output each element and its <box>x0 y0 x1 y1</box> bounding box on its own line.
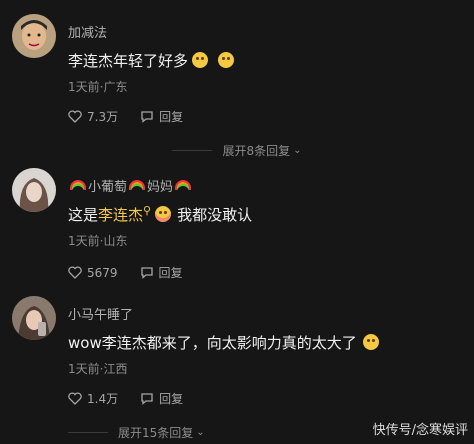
chevron-down-icon: ⌄ <box>293 145 302 156</box>
comment-text-body: wow李连杰都来了，向太影响力真的太大了 <box>68 334 357 352</box>
comment-meta: 1天前·广东 <box>68 80 128 94</box>
like-count: 5679 <box>87 265 118 280</box>
watermark: 快传号/念寒娱评 <box>372 423 468 438</box>
expand-replies-label: 展开15条回复 <box>118 426 194 440</box>
reply-button[interactable]: 回复 <box>140 264 183 281</box>
comment-meta: 1天前·山东 <box>68 234 128 248</box>
username[interactable]: 加减法 <box>68 22 107 41</box>
reply-button[interactable]: 回复 <box>140 390 183 407</box>
comment-text: 李连杰年轻了好多 <box>68 50 235 71</box>
laugh-emoji-icon <box>155 206 172 222</box>
smile-emoji-icon <box>218 52 235 68</box>
like-count: 1.4万 <box>87 392 119 406</box>
username-part: 小葡萄 <box>88 180 128 195</box>
expand-replies-label: 展开8条回复 <box>222 144 291 158</box>
smile-emoji-icon <box>192 52 209 68</box>
like-button[interactable]: 5679 <box>68 266 118 280</box>
like-button[interactable]: 1.4万 <box>68 390 118 407</box>
search-icon: ⚲ <box>143 204 152 217</box>
comment-actions: 7.3万 回复 <box>68 108 205 125</box>
comment-meta: 1天前·江西 <box>68 362 128 376</box>
reply-label: 回复 <box>159 392 184 406</box>
reply-icon <box>140 267 153 279</box>
username[interactable]: 小马午睡了 <box>68 304 133 323</box>
heart-icon <box>68 392 82 405</box>
reply-button[interactable]: 回复 <box>140 108 183 125</box>
avatar[interactable] <box>12 14 56 58</box>
reply-icon <box>141 111 153 123</box>
rainbow-emoji-icon <box>175 180 192 190</box>
username-part: 妈妈 <box>147 180 174 195</box>
username[interactable]: 小葡萄 妈妈 <box>68 176 193 195</box>
chevron-down-icon: ⌄ <box>196 427 205 438</box>
rainbow-emoji-icon <box>129 180 146 190</box>
comment-text-prefix: 这是 <box>68 206 99 224</box>
rainbow-emoji-icon <box>70 180 86 190</box>
like-button[interactable]: 7.3万 <box>68 108 118 125</box>
search-highlight-link[interactable]: 李连杰 <box>98 206 143 224</box>
comment-text-body: 李连杰年轻了好多 <box>68 52 189 70</box>
avatar[interactable] <box>12 168 56 212</box>
heart-icon <box>68 110 82 123</box>
reply-label: 回复 <box>159 110 184 124</box>
reply-label: 回复 <box>158 266 183 280</box>
comment-actions: 5679 回复 <box>68 264 205 281</box>
comment-text-suffix: 我都没敢认 <box>177 206 253 224</box>
like-count: 7.3万 <box>87 110 119 124</box>
divider <box>68 432 108 433</box>
heart-icon <box>68 266 82 279</box>
divider <box>172 150 213 151</box>
comment-text: wow李连杰都来了，向太影响力真的太大了 <box>68 332 379 353</box>
pleading-emoji-icon <box>362 334 379 350</box>
comment-actions: 1.4万 回复 <box>68 390 205 407</box>
avatar[interactable] <box>12 296 56 340</box>
reply-icon <box>141 393 153 405</box>
expand-replies-button[interactable]: 展开8条回复 ⌄ <box>0 142 474 159</box>
comment-text: 这是李连杰⚲ 我都没敢认 <box>68 204 252 225</box>
